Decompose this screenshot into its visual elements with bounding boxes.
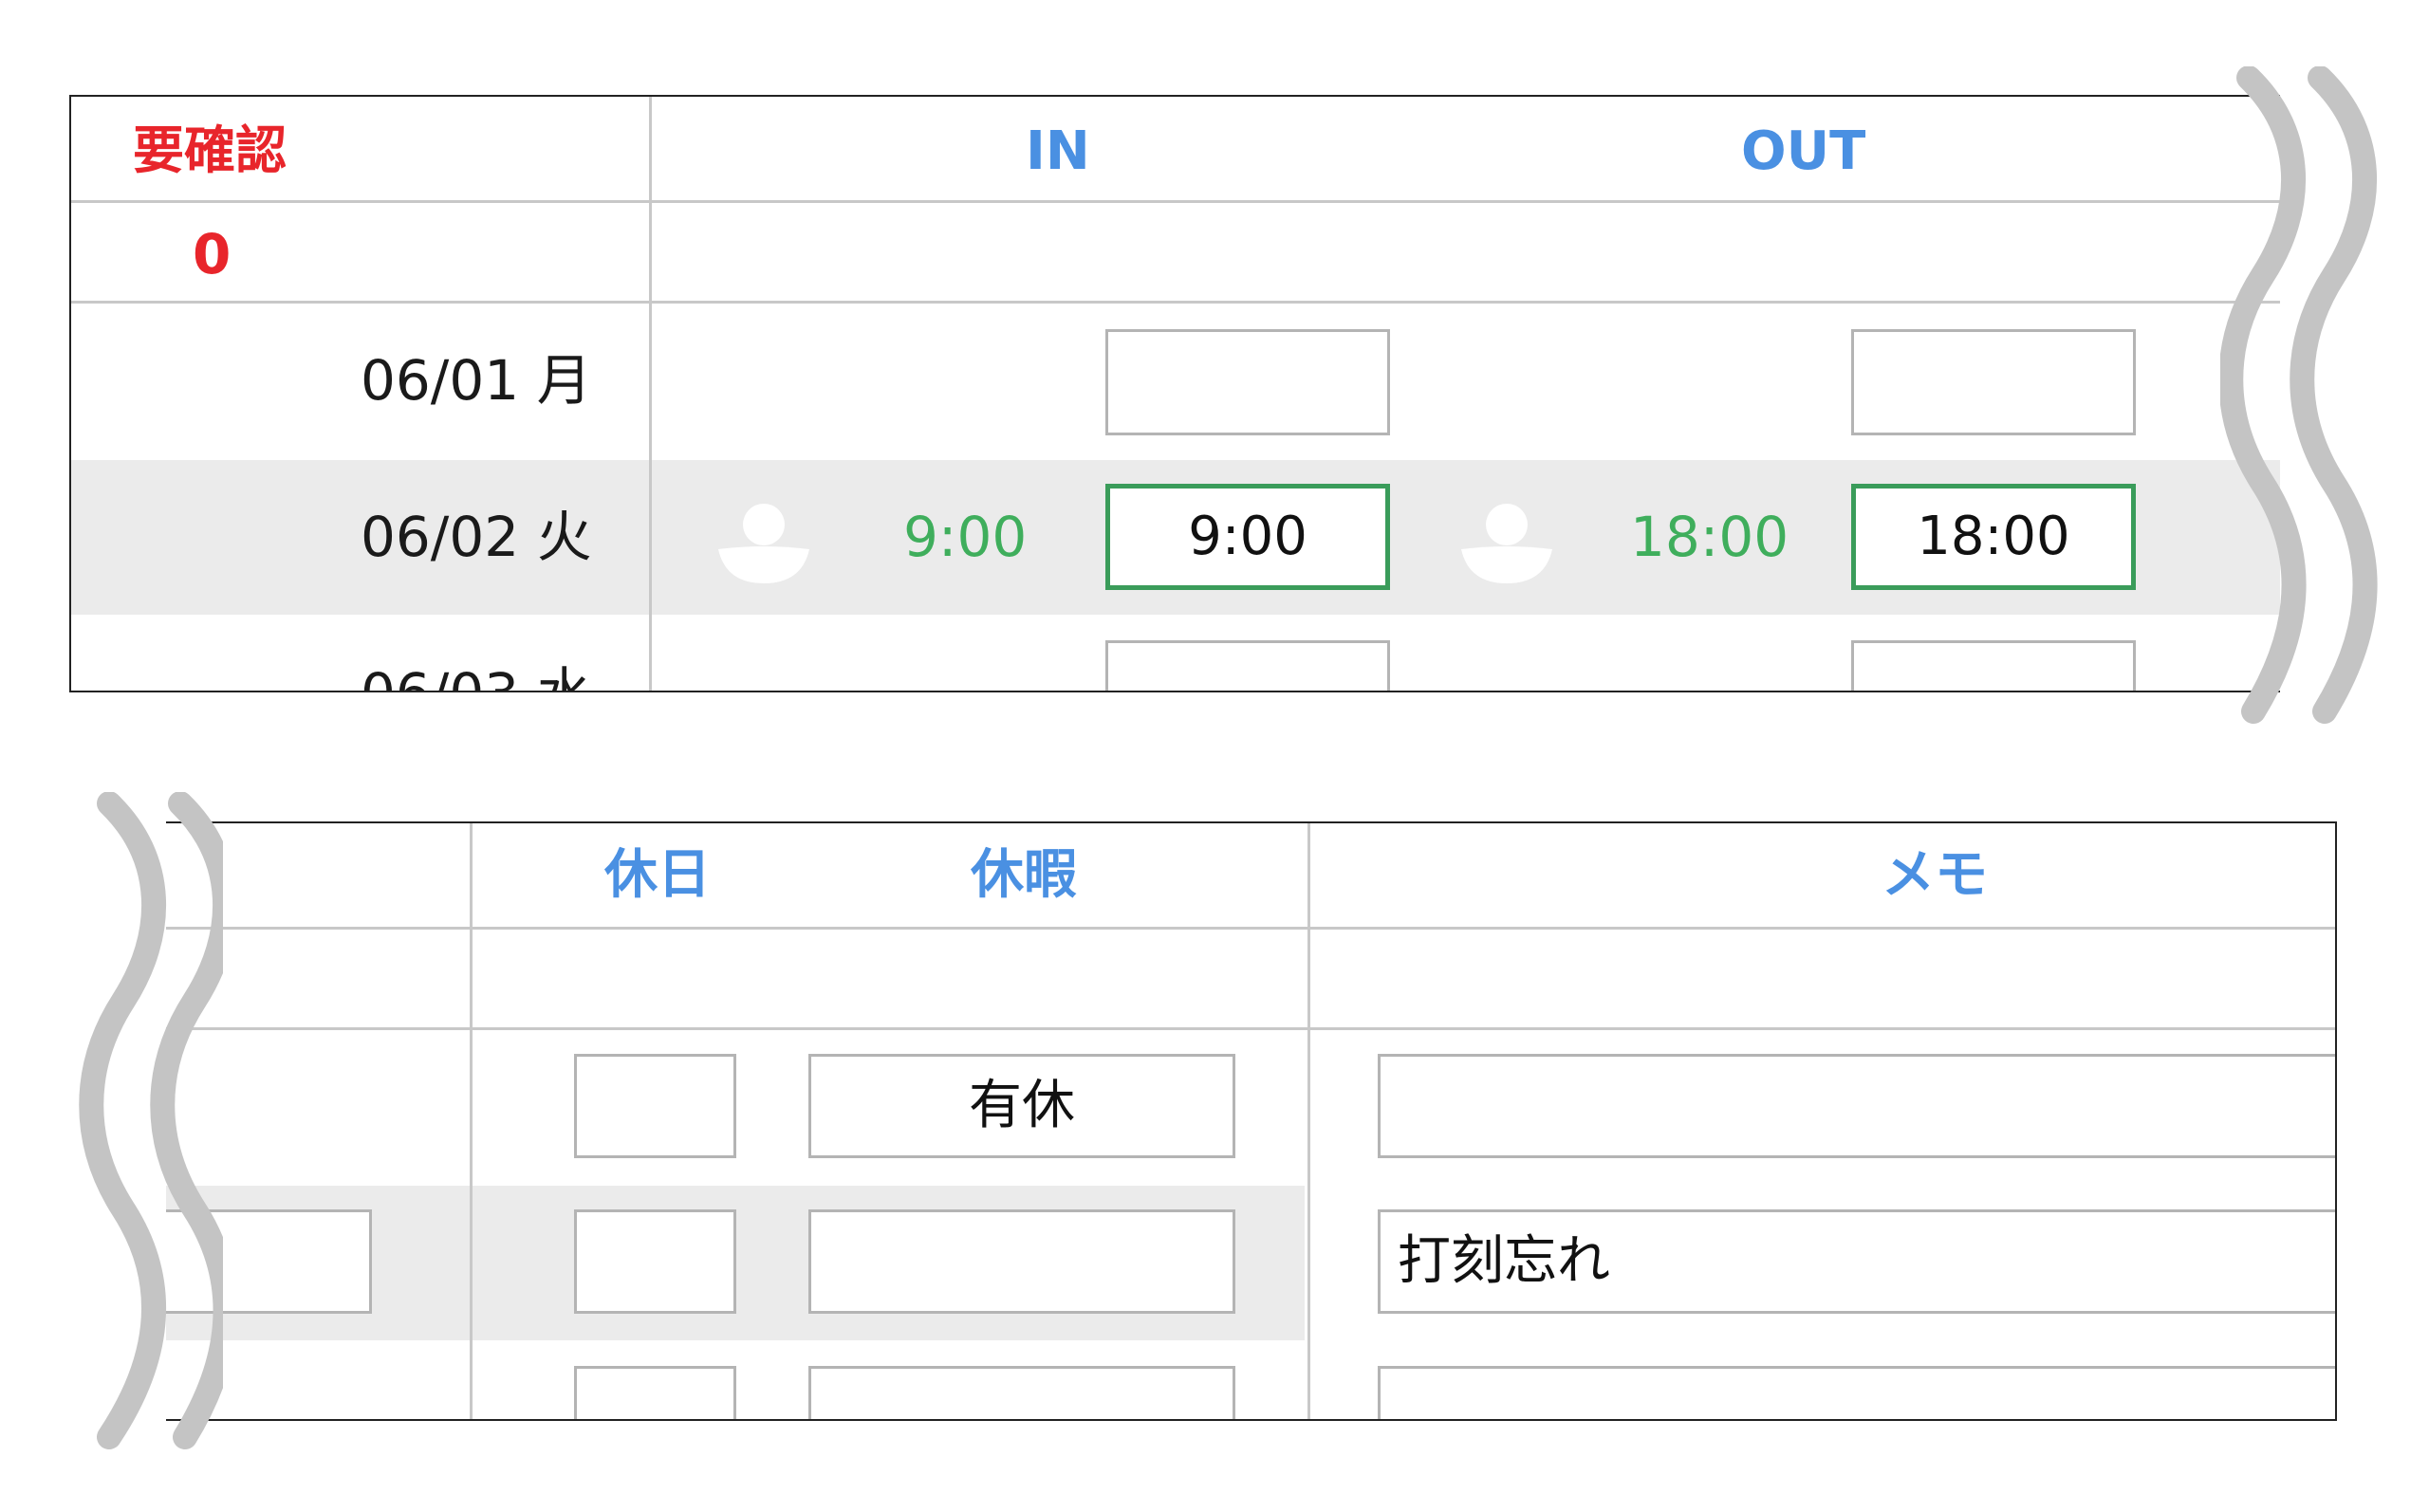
clock-out-input[interactable] <box>1851 640 2136 691</box>
user-avatar-icon <box>718 504 809 583</box>
in-column-header: IN <box>1026 120 1090 182</box>
holiday-column-header: 休日 <box>604 844 711 906</box>
attendance-table-bottom: 休日 休暇 メモ 有休 打刻忘れ <box>166 821 2337 1421</box>
needs-confirm-header: 要確認 <box>133 120 287 180</box>
leave-select[interactable]: 有休 <box>808 1054 1235 1158</box>
user-avatar-icon <box>1461 504 1552 583</box>
clock-in-input[interactable] <box>1105 640 1390 691</box>
date-column-divider <box>649 97 652 691</box>
leave-column-header: 休暇 <box>971 844 1077 906</box>
attendance-table-top: 要確認 IN OUT 0 06/01 月 06/02 火 9:00 9:00 1… <box>69 95 2280 692</box>
needs-confirm-count[interactable]: 0 <box>193 227 231 282</box>
recorded-clock-in: 9:00 <box>903 505 1028 569</box>
holiday-column-divider <box>470 823 473 1419</box>
leave-select[interactable] <box>808 1366 1235 1419</box>
clock-in-input[interactable]: 9:00 <box>1105 484 1390 590</box>
row-date: 06/01 月 <box>361 348 592 413</box>
wave-break-icon <box>2220 66 2378 724</box>
header-divider <box>71 200 2280 203</box>
memo-input[interactable] <box>1378 1366 2335 1419</box>
holiday-input[interactable] <box>574 1209 736 1314</box>
summary-divider <box>166 1027 2335 1030</box>
wave-break-icon <box>79 792 223 1449</box>
out-column-header: OUT <box>1741 120 1866 182</box>
leave-select[interactable] <box>808 1209 1235 1314</box>
holiday-input[interactable] <box>574 1366 736 1419</box>
clock-out-input[interactable]: 18:00 <box>1851 484 2136 590</box>
row-date: 06/02 火 <box>361 505 592 569</box>
memo-input[interactable] <box>1378 1054 2335 1158</box>
clock-out-input[interactable] <box>1851 329 2136 435</box>
memo-input[interactable]: 打刻忘れ <box>1378 1209 2335 1314</box>
holiday-input[interactable] <box>574 1054 736 1158</box>
recorded-clock-out: 18:00 <box>1630 505 1789 569</box>
summary-divider <box>71 301 2280 304</box>
row-date: 06/03 水 <box>361 666 592 691</box>
memo-column-header: メモ <box>1882 844 1988 906</box>
clock-in-input[interactable] <box>1105 329 1390 435</box>
header-divider <box>166 927 2335 930</box>
memo-column-divider <box>1307 823 1310 1419</box>
